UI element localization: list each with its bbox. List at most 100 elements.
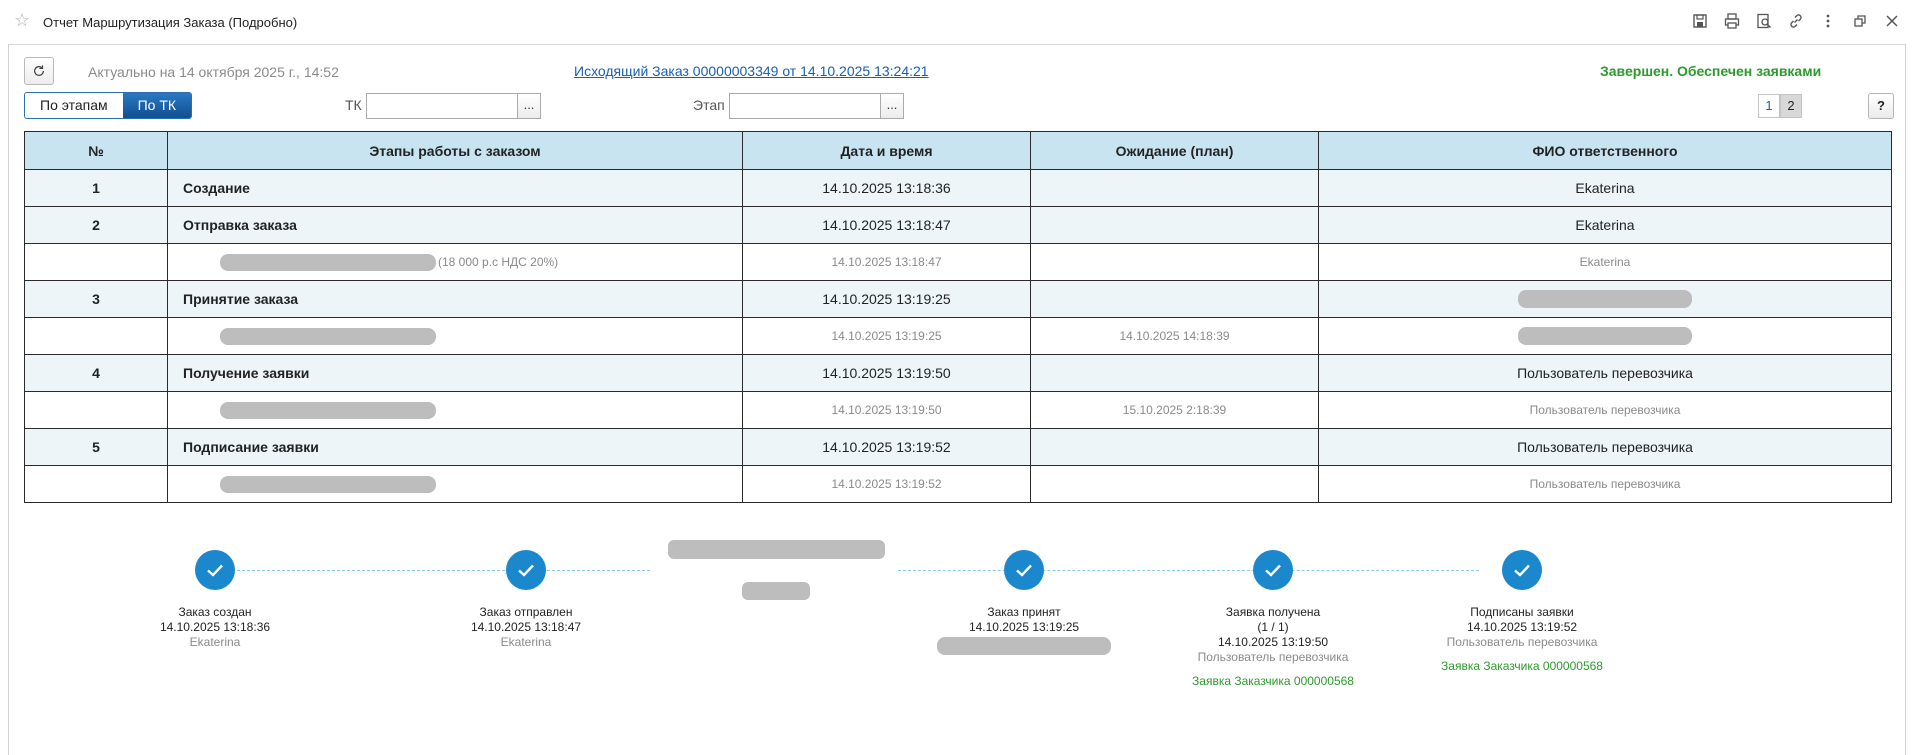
step-datetime: 14.10.2025 13:19:50 <box>1217 635 1329 649</box>
cell-stage: Отправка заказа <box>167 206 743 244</box>
window-titlebar: ☆ Отчет Маршрутизация Заказа (Подробно) <box>0 0 1919 44</box>
preview-icon[interactable] <box>1755 12 1773 30</box>
refresh-icon <box>34 65 44 76</box>
cell-num <box>24 465 168 503</box>
check-icon <box>1253 550 1293 590</box>
pager: 1 2 <box>1758 94 1802 118</box>
step-datetime: 14.10.2025 13:19:25 <box>968 620 1080 634</box>
timeline-step-sent: Заказ отправлен 14.10.2025 13:18:47 Ekat… <box>426 540 626 650</box>
step-count: (1 / 1) <box>1257 620 1289 634</box>
page-2-button[interactable]: 2 <box>1780 94 1802 118</box>
check-icon <box>1502 550 1542 590</box>
table-row[interactable]: 2 Отправка заказа 14.10.2025 13:18:47 Ek… <box>24 206 1892 244</box>
more-icon[interactable] <box>1819 12 1837 30</box>
order-link[interactable]: Исходящий Заказ 00000003349 от 14.10.202… <box>574 63 929 79</box>
table-subrow[interactable]: 14.10.2025 13:19:50 15.10.2025 2:18:39 П… <box>24 391 1892 429</box>
col-header-stage: Этапы работы с заказом <box>167 131 743 170</box>
timeline-step-request-received: Заявка получена (1 / 1) 14.10.2025 13:19… <box>1173 540 1373 689</box>
cell-wait <box>1030 206 1319 244</box>
refresh-button[interactable] <box>24 57 54 85</box>
mode-by-stages-button[interactable]: По этапам <box>25 93 123 118</box>
star-icon[interactable]: ☆ <box>14 10 30 31</box>
cell-person: Ekaterina <box>1318 206 1892 244</box>
cell-num: 2 <box>24 206 168 244</box>
mode-by-tk-button[interactable]: По ТК <box>122 93 192 118</box>
tk-select-button[interactable]: ... <box>517 93 541 119</box>
timeline-step-signed: Подписаны заявки 14.10.2025 13:19:52 Пол… <box>1422 540 1622 674</box>
cell-person: Пользователь перевозчика <box>1318 465 1892 503</box>
table-subrow[interactable]: 14.10.2025 13:19:52 Пользователь перевоз… <box>24 465 1892 503</box>
order-timeline: Заказ создан 14.10.2025 13:18:36 Ekateri… <box>0 540 1919 740</box>
cell-wait <box>1030 354 1319 392</box>
table-subrow[interactable]: (18 000 р.с НДС 20%) 14.10.2025 13:18:47… <box>24 243 1892 281</box>
cell-person: Ekaterina <box>1318 169 1892 207</box>
cell-stage-detail <box>167 317 743 355</box>
cell-num: 5 <box>24 428 168 466</box>
cell-wait <box>1030 465 1319 503</box>
save-icon[interactable] <box>1691 12 1709 30</box>
cell-person: Пользователь перевозчика <box>1318 428 1892 466</box>
cell-datetime: 14.10.2025 13:19:50 <box>742 354 1031 392</box>
table-row[interactable]: 1 Создание 14.10.2025 13:18:36 Ekaterina <box>24 169 1892 207</box>
titlebar-icons <box>1691 12 1901 30</box>
cell-datetime: 14.10.2025 13:18:47 <box>742 206 1031 244</box>
link-icon[interactable] <box>1787 12 1805 30</box>
tk-label: ТК <box>345 97 362 113</box>
cell-stage-detail: (18 000 р.с НДС 20%) <box>167 243 743 281</box>
cell-stage-detail <box>167 391 743 429</box>
col-header-num: № <box>24 131 168 170</box>
cell-wait: 15.10.2025 2:18:39 <box>1030 391 1319 429</box>
price-note: (18 000 р.с НДС 20%) <box>438 255 559 269</box>
table-row[interactable]: 5 Подписание заявки 14.10.2025 13:19:52 … <box>24 428 1892 466</box>
cell-stage: Подписание заявки <box>167 428 743 466</box>
view-mode-toggle: По этапам По ТК <box>24 92 193 119</box>
step-title: Заказ создан <box>178 605 252 619</box>
close-icon[interactable] <box>1883 12 1901 30</box>
cell-person <box>1318 317 1892 355</box>
redacted-text <box>742 582 810 600</box>
cell-datetime: 14.10.2025 13:18:47 <box>742 243 1031 281</box>
step-datetime: 14.10.2025 13:18:47 <box>470 620 582 634</box>
cell-stage-detail <box>167 465 743 503</box>
customer-request-link[interactable]: Заявка Заказчика 000000568 <box>1422 659 1622 674</box>
redacted-text <box>220 475 436 493</box>
print-icon[interactable] <box>1723 12 1741 30</box>
cell-datetime: 14.10.2025 13:19:50 <box>742 391 1031 429</box>
tk-input[interactable] <box>366 93 519 119</box>
cell-wait <box>1030 280 1319 318</box>
redacted-text <box>220 253 436 271</box>
redacted-text <box>668 540 885 559</box>
col-header-datetime: Дата и время <box>742 131 1031 170</box>
actual-timestamp: Актуально на 14 октября 2025 г., 14:52 <box>88 64 339 80</box>
check-icon <box>506 550 546 590</box>
step-datetime: 14.10.2025 13:19:52 <box>1466 620 1578 634</box>
col-header-wait: Ожидание (план) <box>1030 131 1319 170</box>
cell-num: 4 <box>24 354 168 392</box>
cell-num <box>24 391 168 429</box>
redacted-text <box>1518 290 1692 309</box>
cell-wait <box>1030 428 1319 466</box>
cell-stage: Принятие заказа <box>167 280 743 318</box>
cell-person <box>1318 280 1892 318</box>
help-button[interactable]: ? <box>1868 93 1894 119</box>
step-person: Ekaterina <box>189 635 241 649</box>
stage-input[interactable] <box>729 93 882 119</box>
stage-select-button[interactable]: ... <box>880 93 904 119</box>
page-1-button[interactable]: 1 <box>1758 94 1780 118</box>
cell-datetime: 14.10.2025 13:18:36 <box>742 169 1031 207</box>
cell-datetime: 14.10.2025 13:19:52 <box>742 465 1031 503</box>
timeline-step-accepted: Заказ принят 14.10.2025 13:19:25 <box>924 540 1124 655</box>
cell-datetime: 14.10.2025 13:19:25 <box>742 280 1031 318</box>
cell-num <box>24 243 168 281</box>
step-person: Пользователь перевозчика <box>1446 635 1598 649</box>
cell-stage: Получение заявки <box>167 354 743 392</box>
table-subrow[interactable]: 14.10.2025 13:19:25 14.10.2025 14:18:39 <box>24 317 1892 355</box>
step-person: Пользователь перевозчика <box>1197 650 1349 664</box>
table-row[interactable]: 3 Принятие заказа 14.10.2025 13:19:25 <box>24 280 1892 318</box>
table-row[interactable]: 4 Получение заявки 14.10.2025 13:19:50 П… <box>24 354 1892 392</box>
redacted-text <box>220 327 436 345</box>
restore-icon[interactable] <box>1851 12 1869 30</box>
customer-request-link[interactable]: Заявка Заказчика 000000568 <box>1173 674 1373 689</box>
cell-num: 3 <box>24 280 168 318</box>
redacted-text <box>220 401 436 419</box>
